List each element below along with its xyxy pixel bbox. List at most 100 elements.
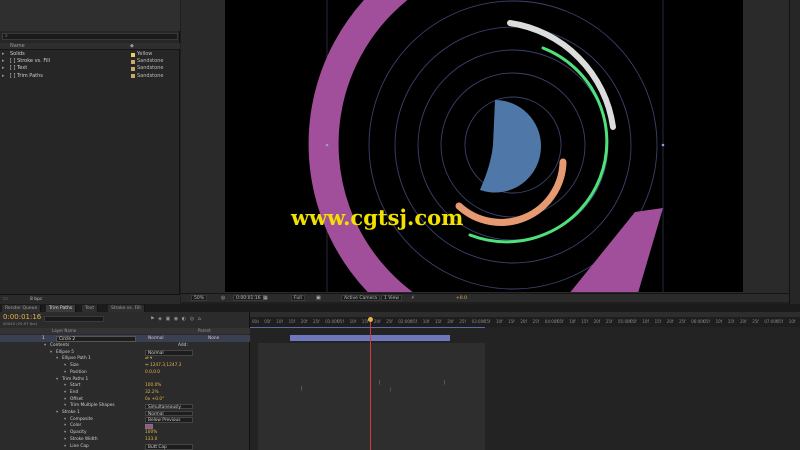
keyframe[interactable]: ᛁ [443,380,446,386]
project-item[interactable]: ▸ [ ] Trim Paths Sandstone [0,73,180,80]
zoom-dropdown[interactable]: 50% [191,295,208,301]
color-swatch[interactable] [145,424,153,429]
property-row[interactable]: ▾ Start 100.0% [0,383,250,390]
property-value[interactable]: 0.0,0.0 [145,370,160,377]
twirl-icon[interactable]: ▾ [64,423,66,430]
property-dropdown[interactable]: Normal [145,350,193,356]
property-row[interactable]: ▾ End 32.2% [0,390,250,397]
ruler-tick-label: 25f [679,319,686,324]
project-item-name: [ ] Text [10,65,28,72]
project-item[interactable]: ▸ Solids Yellow [0,51,180,58]
exposure-value[interactable]: +0.0 [456,296,467,301]
property-row[interactable]: ▾ Opacity 100% [0,430,250,437]
twirl-icon[interactable]: ▾ [64,437,66,444]
twirl-icon[interactable]: ▾ [64,403,66,410]
label-swatch [131,74,135,79]
property-row[interactable]: ▾ Line Cap Butt Cap [0,444,250,450]
property-value[interactable]: ⇔ 1247.3,1247.3 [145,363,181,370]
twirl-icon[interactable]: ▾ [56,377,58,384]
current-time-display[interactable]: 0:00:01:16 [3,313,41,321]
property-row[interactable]: ▾ Stroke Width 133.0 [0,437,250,444]
ruler-tick-label: 15f [508,319,515,324]
property-value[interactable]: 0x +0.0° [145,397,164,404]
trash-icon[interactable]: ▭ [3,296,8,302]
twirl-icon[interactable]: ▾ [56,410,58,417]
layer-mode[interactable]: Normal [148,335,164,342]
twirl-icon[interactable]: ▾ [64,444,66,450]
keyframe[interactable]: ᛁ [378,380,381,386]
twirl-icon[interactable]: ▾ [64,370,66,377]
twirl-icon[interactable]: ▾ [50,350,52,357]
timeline-graph[interactable]: 00s 05f 10f 15f 20f 25f 01:00f 05f 10f 15f 20f 25f 0… [250,312,800,450]
twirl-icon[interactable]: ▾ [56,356,58,363]
ruler-tick-label: 25f [386,319,393,324]
project-item[interactable]: ▸ [ ] Text Sandstone [0,65,180,72]
property-row[interactable]: ▾ Ellipse 5 Normal [0,350,250,357]
time-ruler[interactable]: 00s 05f 10f 15f 20f 25f 01:00f 05f 10f 15f 20f 25f 0… [250,317,800,327]
twirl-icon[interactable]: ▾ [64,430,66,437]
layer-name[interactable]: Circle 2 [56,335,136,342]
col-layer-name: Layer Name [52,328,77,333]
timeline-search-input[interactable] [44,316,104,322]
resolution-dropdown[interactable]: Full [291,295,305,301]
composition-canvas[interactable]: www.cgtsj.com [225,0,743,292]
layer-parent[interactable]: None [208,335,219,342]
grid-icon[interactable]: ▦ [263,295,268,301]
property-value[interactable]: ⇄ ▾ [145,356,152,363]
camera-dropdown[interactable]: Active Camera [341,295,381,301]
project-thumbnail [0,0,180,31]
property-row[interactable]: ▾ Contents Add: [0,343,250,350]
property-row[interactable]: ▾ Offset 0x +0.0° [0,397,250,404]
property-dropdown[interactable]: Normal [145,410,193,416]
twirl-icon[interactable]: ▾ [64,390,66,397]
twirl-icon[interactable]: ▾ [64,383,66,390]
property-row[interactable]: ▾ Stroke 1 Normal [0,410,250,417]
property-dropdown[interactable]: Below Previous [145,417,193,423]
fast-preview-icon[interactable]: ⚡ [411,295,415,301]
magenta-arc-bottom [570,208,663,292]
property-row[interactable]: ▾ Ellipse Path 1 ⇄ ▾ [0,356,250,363]
region-icon[interactable]: ▣ [316,295,321,301]
add-menu[interactable]: Add: [178,343,188,350]
ruler-tick-label: 05f [776,319,784,324]
blue-pie-fill [480,100,542,193]
twirl-icon[interactable]: ▾ [44,343,46,350]
twirl-icon[interactable]: ▾ [64,363,66,370]
tab-render-queue[interactable]: Render Queue [2,305,42,312]
layer-row[interactable]: 1 Circle 2 Normal None [0,335,250,342]
property-row[interactable]: ▾ Trim Paths 1 [0,377,250,384]
timeline-switches[interactable]: ⚑ ◈ ▣ ◉ ◐ ◎ ⌂ [150,316,202,322]
timecode-display[interactable]: 0:00:01:16 [233,295,264,301]
bpc-label[interactable]: 8 bpc [30,297,42,302]
ruler-tick-label: 10f [496,319,503,324]
twirl-icon[interactable]: ▾ [64,417,66,424]
project-search-input[interactable]: ⌕ [2,33,178,40]
property-value[interactable]: 32.2% [145,390,159,397]
label-swatch [131,52,135,57]
property-value[interactable]: 100% [145,430,157,437]
project-item[interactable]: ▸ [ ] Stroke vs. Fill Sandstone [0,58,180,65]
playhead-line[interactable] [370,322,371,450]
property-dropdown[interactable]: Butt Cap [145,444,193,450]
property-row[interactable]: ▾ Trim Multiple Shapes Simultaneously [0,403,250,410]
property-row[interactable]: ▾ Color [0,423,250,430]
keyframe[interactable]: ᛁ [300,386,303,392]
property-row[interactable]: ▾ Position 0.0,0.0 [0,370,250,377]
twirl-icon[interactable]: ▾ [64,397,66,404]
property-row[interactable]: ▾ Size ⇔ 1247.3,1247.3 [0,363,250,370]
keyframe-selected[interactable]: ᛁ [389,387,392,393]
property-value[interactable]: 100.0% [145,383,161,390]
property-value[interactable]: 133.0 [145,437,157,444]
right-side-panel [789,0,800,304]
property-row[interactable]: ▾ Composite Below Previous [0,417,250,424]
col-parent: Parent [198,328,211,333]
tab-trim-paths[interactable]: Trim Paths [46,305,77,312]
ruler-tick-label: 05f [337,319,344,324]
view-layout-dropdown[interactable]: 1 View [381,295,402,301]
camera-snapshot-icon[interactable]: ◎ [221,295,225,301]
viewer-toolbar: 50% ◎ 0:00:01:16 ▦ Full ▣ Active Camera … [181,293,789,302]
property-dropdown[interactable]: Simultaneously [145,403,193,410]
tab-stroke-vs-fill[interactable]: Stroke vs. Fill [108,305,145,312]
ruler-tick-label: 00s [252,319,260,324]
tab-text[interactable]: Text [82,305,99,312]
